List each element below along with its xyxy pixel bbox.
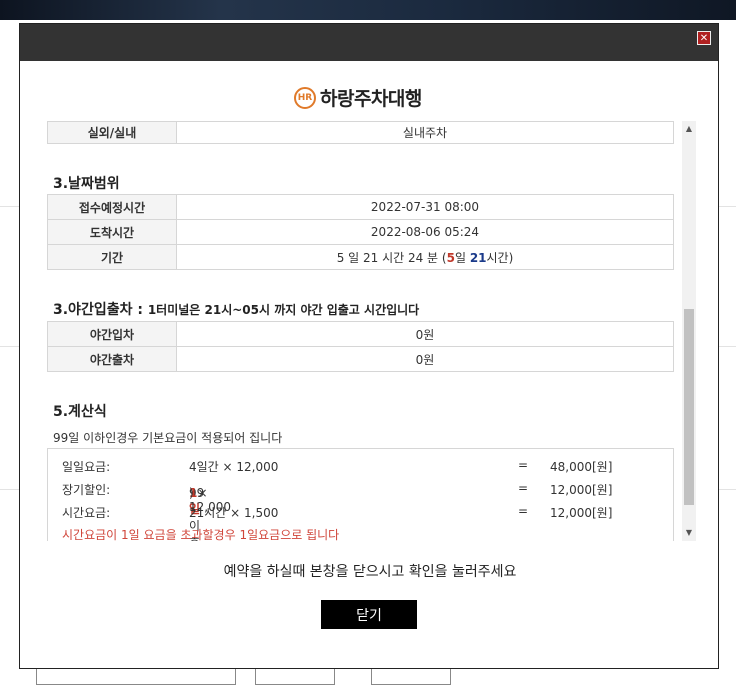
row-key: 기간	[47, 244, 177, 270]
logo-mark-icon: HR	[294, 86, 316, 109]
night-note: 1터미널은 21시~05시 까지 야간 입출고 시간입니다	[147, 303, 420, 317]
calc-result: 12,000[원]	[550, 506, 613, 520]
close-x-icon[interactable]: ✕	[697, 31, 711, 45]
brand-logo: HR 하랑주차대행	[294, 84, 422, 111]
scroll-up-icon[interactable]: ▲	[682, 121, 696, 137]
calc-label: 시간요금:	[62, 506, 111, 520]
table-row: 도착시간 2022-08-06 05:24	[47, 219, 674, 245]
location-table: 실외/실내 실내주차	[47, 121, 674, 144]
table-row: 기간 5 일 21 시간 24 분 (5일 21시간)	[47, 244, 674, 270]
night-table: 야간입차 0원 야간출차 0원	[47, 321, 674, 372]
row-value: 0원	[176, 321, 674, 347]
period-hours-unit: 시간	[486, 250, 509, 265]
table-row: 접수예정시간 2022-07-31 08:00	[47, 194, 674, 220]
vertical-scrollbar[interactable]: ▲ ▼	[682, 121, 696, 541]
table-row: 야간출차 0원	[47, 346, 674, 372]
calc-section-title: 5.계산식	[53, 404, 107, 420]
background-banner	[0, 0, 736, 20]
row-key: 야간출차	[47, 346, 177, 372]
calc-eq: =	[518, 504, 529, 518]
reservation-popup: ✕ HR 하랑주차대행 실외/실내 실내주차 3.날짜범위 접수예정시간 202…	[19, 23, 719, 669]
calc-result: 48,000[원]	[550, 460, 613, 474]
calc-row: 시간요금: 21시간 × 1,500 = 12,000[원]	[48, 499, 673, 522]
instruction-message: 예약을 하실때 본창을 닫으시고 확인을 눌러주세요	[223, 564, 517, 580]
scroll-down-icon[interactable]: ▼	[682, 525, 696, 541]
period-days-unit: 일	[454, 250, 470, 265]
table-row: 실외/실내 실내주차	[47, 121, 674, 144]
table-row: 야간입차 0원	[47, 321, 674, 347]
date-table: 접수예정시간 2022-07-31 08:00 도착시간 2022-08-06 …	[47, 194, 674, 270]
scrollbar-thumb[interactable]	[684, 309, 694, 505]
row-value: 실내주차	[176, 121, 674, 144]
row-value: 2022-07-31 08:00	[176, 194, 674, 220]
popup-title-bar: ✕	[20, 24, 718, 61]
period-value: 5 일 21 시간 24 분 (5일 21시간)	[176, 244, 674, 270]
period-suffix: )	[508, 250, 514, 265]
calc-row: 장기할인: 99일이후(1일) × 12,000 = 12,000[원]	[48, 476, 673, 541]
row-key: 실외/실내	[47, 121, 177, 144]
calc-formula: 21시간 × 1,500	[189, 506, 279, 520]
date-section-title: 3.날짜범위	[53, 176, 120, 192]
row-value: 0원	[176, 346, 674, 372]
calc-result: 12,000[원]	[550, 483, 613, 497]
close-button[interactable]: 닫기	[321, 600, 417, 629]
calc-warning: 시간요금이 1일 요금을 초과할경우 1일요금으로 됩니다	[62, 528, 340, 541]
calc-eq: =	[518, 481, 529, 495]
row-key: 접수예정시간	[47, 194, 177, 220]
calc-box: 일일요금: 4일간 × 12,000 = 48,000[원] 장기할인: 99일…	[47, 448, 674, 541]
calc-formula: 4일간 × 12,000	[189, 460, 279, 474]
row-key: 도착시간	[47, 219, 177, 245]
calc-label: 일일요금:	[62, 460, 111, 474]
calc-eq: =	[518, 458, 529, 472]
period-prefix: 5 일 21 시간 24 분 (	[336, 250, 447, 265]
period-hours: 21	[469, 250, 487, 265]
brand-name: 하랑주차대행	[320, 88, 422, 110]
night-section-title: 3.야간입출차 : 1터미널은 21시~05시 까지 야간 입출고 시간입니다	[53, 299, 419, 319]
row-key: 야간입차	[47, 321, 177, 347]
calc-label: 장기할인:	[62, 483, 111, 497]
night-title: 3.야간입출차 :	[53, 302, 143, 318]
calc-note: 99일 이하인경우 기본요금이 적용되어 집니다	[53, 431, 283, 445]
calc-row: 일일요금: 4일간 × 12,000 = 48,000[원]	[48, 453, 673, 476]
details-scroll-area[interactable]: 실외/실내 실내주차 3.날짜범위 접수예정시간 2022-07-31 08:0…	[47, 121, 698, 541]
row-value: 2022-08-06 05:24	[176, 219, 674, 245]
period-days: 5	[446, 250, 455, 265]
